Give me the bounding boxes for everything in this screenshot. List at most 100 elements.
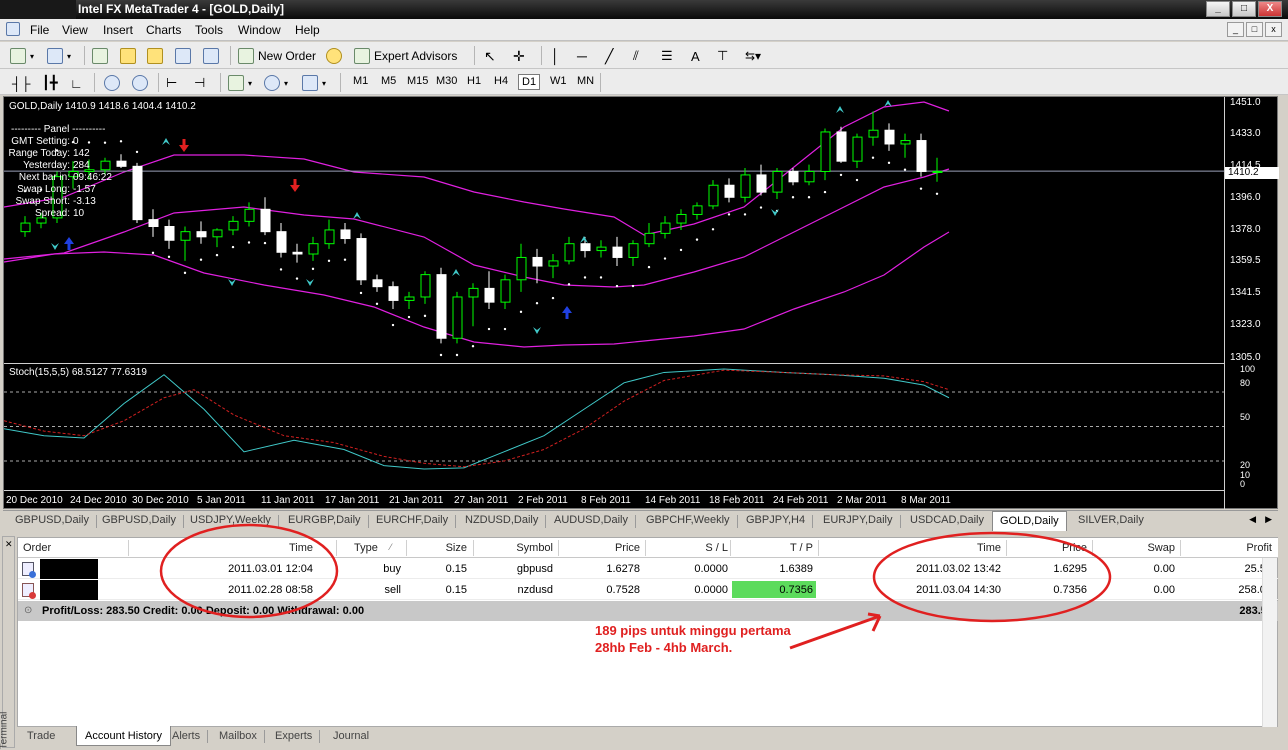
tf-h4[interactable]: H4 — [491, 74, 511, 88]
terminal-tab-trade[interactable]: Trade — [27, 730, 55, 742]
chart-tab[interactable]: GOLD,Daily — [992, 511, 1067, 531]
close-button[interactable]: X — [1258, 1, 1282, 17]
column-header-price-9[interactable]: Price — [1062, 542, 1087, 554]
chart-tab[interactable]: GBPCHF,Weekly — [646, 514, 738, 528]
chart-window[interactable]: GOLD,Daily 1410.9 1418.6 1404.4 1410.2 -… — [3, 96, 1279, 509]
chart-shift-button[interactable]: ⊣ — [194, 73, 205, 93]
price-pane[interactable]: GOLD,Daily 1410.9 1418.6 1404.4 1410.2 -… — [4, 97, 1224, 359]
zoom-out-button[interactable] — [132, 73, 148, 93]
menu-insert[interactable]: Insert — [103, 23, 133, 37]
column-divider[interactable] — [1092, 540, 1093, 556]
menu-view[interactable]: View — [62, 23, 88, 37]
equidistant-channel-tool[interactable]: ⫽ — [633, 46, 639, 66]
tab-scroll-left-icon[interactable]: ◀ — [1249, 514, 1256, 525]
metaeditor-button[interactable] — [326, 46, 342, 66]
expert-advisors-button[interactable]: Expert Advisors — [354, 46, 457, 66]
column-divider[interactable] — [730, 540, 731, 556]
menu-charts[interactable]: Charts — [146, 23, 181, 37]
chart-tab[interactable]: NZDUSD,Daily — [465, 514, 547, 528]
market-watch-button[interactable] — [92, 46, 108, 66]
tab-scroll-right-icon[interactable]: ▶ — [1265, 514, 1272, 525]
column-header-swap-10[interactable]: Swap — [1147, 542, 1175, 554]
arrows-tool[interactable]: ⇆▾ — [745, 46, 761, 66]
price-axis[interactable]: 1451.0 1433.0 1414.5 1396.0 1378.0 1359.5 1341… — [1224, 97, 1279, 509]
trendline-tool[interactable]: ╱ — [605, 46, 613, 66]
mdi-restore-button[interactable]: □ — [1246, 22, 1263, 37]
data-window-button[interactable] — [120, 46, 136, 66]
column-header-size-3[interactable]: Size — [446, 542, 467, 554]
fibonacci-tool[interactable]: ☰ — [661, 46, 673, 66]
templates-button[interactable]: ▾ — [302, 73, 326, 93]
menu-file[interactable]: File — [30, 23, 49, 37]
tf-d1[interactable]: D1 — [518, 74, 541, 90]
column-header-sl-6[interactable]: S / L — [705, 542, 728, 554]
menu-help[interactable]: Help — [295, 23, 320, 37]
terminal-tab-experts[interactable]: Experts — [275, 730, 321, 743]
column-divider[interactable] — [473, 540, 474, 556]
terminal-tab-journal[interactable]: Journal — [333, 730, 369, 742]
menu-window[interactable]: Window — [238, 23, 281, 37]
tester-button[interactable] — [203, 46, 219, 66]
tf-m15[interactable]: M15 — [404, 74, 431, 88]
mdi-close-button[interactable]: x — [1265, 22, 1282, 37]
bar-chart-button[interactable]: ┤├ — [12, 73, 30, 93]
tf-m30[interactable]: M30 — [433, 74, 460, 88]
new-order-button[interactable]: New Order — [238, 46, 316, 66]
column-divider[interactable] — [128, 540, 129, 556]
column-header-order-0[interactable]: Order — [23, 542, 51, 554]
periods-button[interactable]: ▾ — [264, 73, 288, 93]
column-header-time-8[interactable]: Time — [977, 542, 1001, 554]
table-scrollbar[interactable] — [1262, 558, 1277, 728]
table-row[interactable]: 2011.02.28 08:58 sell 0.15 nzdusd 0.7528 0.00… — [18, 580, 1278, 600]
zoom-in-button[interactable] — [104, 73, 120, 93]
terminal-tab-mailbox[interactable]: Mailbox — [219, 730, 265, 743]
tf-mn[interactable]: MN — [574, 74, 597, 88]
table-row[interactable]: 2011.03.01 12:04 buy 0.15 gbpusd 1.6278 0.000… — [18, 559, 1278, 579]
column-header-time-1[interactable]: Time — [289, 542, 313, 554]
menu-tools[interactable]: Tools — [195, 23, 223, 37]
profiles-button[interactable]: ▾ — [47, 46, 71, 66]
navigator-button[interactable] — [147, 46, 163, 66]
candlestick-button[interactable]: ┃╋ — [42, 73, 58, 93]
crosshair-tool[interactable]: ✛ — [513, 46, 525, 66]
text-label-tool[interactable]: ⊤ — [717, 46, 728, 66]
cursor-tool[interactable]: ↖ — [484, 46, 496, 66]
column-divider[interactable] — [558, 540, 559, 556]
vertical-line-tool[interactable]: │ — [551, 46, 560, 66]
new-chart-button[interactable]: ▾ — [10, 46, 34, 66]
auto-scroll-button[interactable]: ⊢ — [166, 73, 177, 93]
column-header-symbol-4[interactable]: Symbol — [516, 542, 553, 554]
column-header-profit-11[interactable]: Profit — [1246, 542, 1272, 554]
chart-tab[interactable]: EURGBP,Daily — [288, 514, 369, 528]
stochastic-pane[interactable]: Stoch(15,5,5) 68.5127 77.6319 — [4, 363, 1224, 490]
tf-h1[interactable]: H1 — [464, 74, 484, 88]
tf-w1[interactable]: W1 — [547, 74, 570, 88]
column-divider[interactable] — [645, 540, 646, 556]
column-divider[interactable] — [406, 540, 407, 556]
chart-tab[interactable]: GBPJPY,H4 — [746, 514, 814, 528]
column-header-type-2[interactable]: Type — [354, 542, 378, 554]
chart-tab[interactable]: USDCAD,Daily — [910, 514, 984, 526]
chart-tab[interactable]: SILVER,Daily — [1078, 514, 1144, 526]
chart-tab[interactable]: GBPUSD,Daily — [15, 514, 97, 528]
terminal-tab-alerts[interactable]: Alerts — [172, 730, 209, 743]
tf-m1[interactable]: M1 — [350, 74, 371, 88]
tf-m5[interactable]: M5 — [378, 74, 399, 88]
line-chart-button[interactable]: ∟ — [70, 73, 83, 93]
mdi-minimize-button[interactable]: _ — [1227, 22, 1244, 37]
maximize-button[interactable]: □ — [1232, 1, 1256, 17]
chart-tab[interactable]: GBPUSD,Daily — [102, 514, 184, 528]
terminal-tab-account-history[interactable]: Account History — [76, 726, 172, 746]
chart-tab[interactable]: AUDUSD,Daily — [554, 514, 636, 528]
chart-tab[interactable]: EURCHF,Daily — [376, 514, 457, 528]
column-divider[interactable] — [818, 540, 819, 556]
column-header-tp-7[interactable]: T / P — [790, 542, 813, 554]
column-divider[interactable] — [1006, 540, 1007, 556]
terminal-button[interactable] — [175, 46, 191, 66]
text-tool[interactable]: A — [691, 46, 700, 66]
indicators-button[interactable]: ▾ — [228, 73, 252, 93]
minimize-button[interactable]: _ — [1206, 1, 1230, 17]
chart-tab[interactable]: USDJPY,Weekly — [190, 514, 279, 528]
column-header-price-5[interactable]: Price — [615, 542, 640, 554]
terminal-close-icon[interactable]: ✕ — [5, 539, 13, 550]
